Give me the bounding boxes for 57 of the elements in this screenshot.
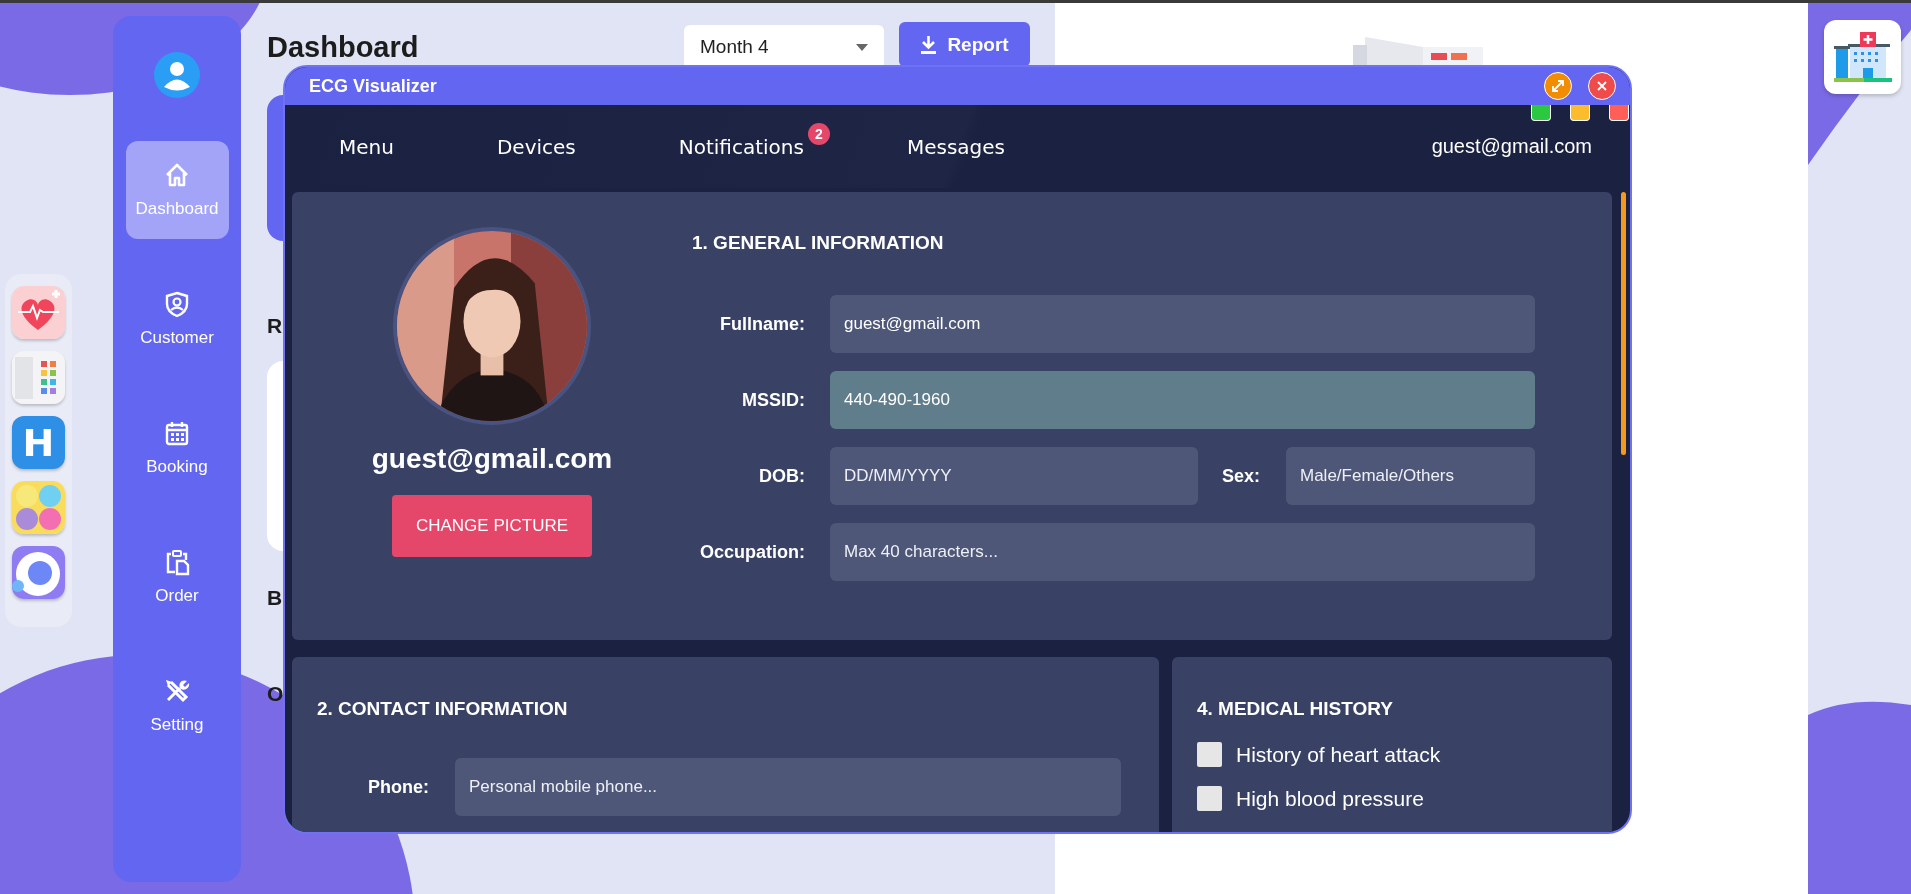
nav-item[interactable]: Devices	[496, 134, 576, 159]
calendar-icon	[163, 419, 191, 447]
page-title: Dashboard	[267, 31, 420, 64]
field-label: DOB:	[758, 465, 805, 487]
color-grid-icon[interactable]	[12, 351, 65, 404]
download-icon	[920, 35, 938, 54]
colored-circles-icon[interactable]	[12, 481, 65, 534]
checkbox[interactable]	[1197, 786, 1222, 811]
input-field[interactable]: guest@gmail.com	[830, 295, 1535, 353]
checkbox-label: History of heart attack	[1236, 742, 1441, 767]
heart-monitor-icon[interactable]	[12, 286, 65, 339]
input-field[interactable]: 440-490-1960	[830, 371, 1535, 429]
sidebar-item[interactable]: Order	[125, 528, 229, 626]
avatar-icon[interactable]	[154, 52, 200, 98]
field-label: Phone:	[367, 776, 429, 798]
section-heading: 4. MEDICAL HISTORY	[1197, 698, 1394, 720]
sidebar-item[interactable]: Setting	[125, 657, 229, 755]
input-field[interactable]: Personal mobile phone...	[455, 758, 1121, 816]
user-email: guest@gmail.com	[1431, 135, 1592, 158]
section-heading: B	[267, 585, 283, 611]
section-heading: 1. GENERAL INFORMATION	[692, 232, 945, 254]
change-picture-button[interactable]: CHANGE PICTURE	[392, 495, 592, 557]
scrollbar-thumb[interactable]	[1621, 192, 1626, 455]
ring-icon[interactable]	[12, 546, 65, 599]
field-label: Occupation:	[699, 541, 805, 563]
profile-name: guest@gmail.com	[371, 443, 613, 475]
field-label: Fullname:	[719, 313, 805, 335]
input-field[interactable]: DD/MM/YYYY	[830, 447, 1198, 505]
sidebar-item[interactable]: Dashboard	[125, 141, 229, 239]
hospital-icon	[1833, 32, 1892, 82]
checkbox[interactable]	[1197, 742, 1222, 767]
caret-icon	[856, 43, 868, 51]
app-icon[interactable]: H	[12, 416, 65, 469]
input-field[interactable]: Max 40 characters...	[830, 523, 1535, 581]
expand-button[interactable]	[1544, 72, 1572, 100]
field-label: Sex:	[1220, 465, 1260, 487]
window-control-tab[interactable]	[1609, 105, 1629, 121]
report-button[interactable]: Report	[899, 22, 1030, 67]
input-field[interactable]: Male/Female/Others	[1286, 447, 1535, 505]
window-title: ECG Visualizer	[309, 75, 438, 97]
sidebar-item[interactable]: Customer	[125, 270, 229, 368]
tools-icon	[163, 677, 191, 705]
expand-icon	[1551, 79, 1565, 93]
window-control-tab[interactable]	[1570, 105, 1590, 121]
nav-item[interactable]: Menu	[339, 134, 394, 159]
notification-badge: 2	[807, 122, 830, 145]
shield-user-icon	[163, 290, 191, 318]
section-heading: 2. CONTACT INFORMATION	[317, 698, 569, 720]
close-button[interactable]	[1588, 72, 1616, 100]
window-control-tab[interactable]	[1531, 105, 1551, 121]
sidebar-item[interactable]: Booking	[125, 399, 229, 497]
field-label: MSSID:	[741, 389, 805, 411]
checkbox-label: High blood pressure	[1236, 786, 1424, 811]
section-heading: R	[267, 313, 283, 339]
nav-item[interactable]: Messages	[906, 134, 1005, 159]
app-tile[interactable]	[1824, 20, 1901, 94]
close-icon	[1595, 79, 1609, 93]
